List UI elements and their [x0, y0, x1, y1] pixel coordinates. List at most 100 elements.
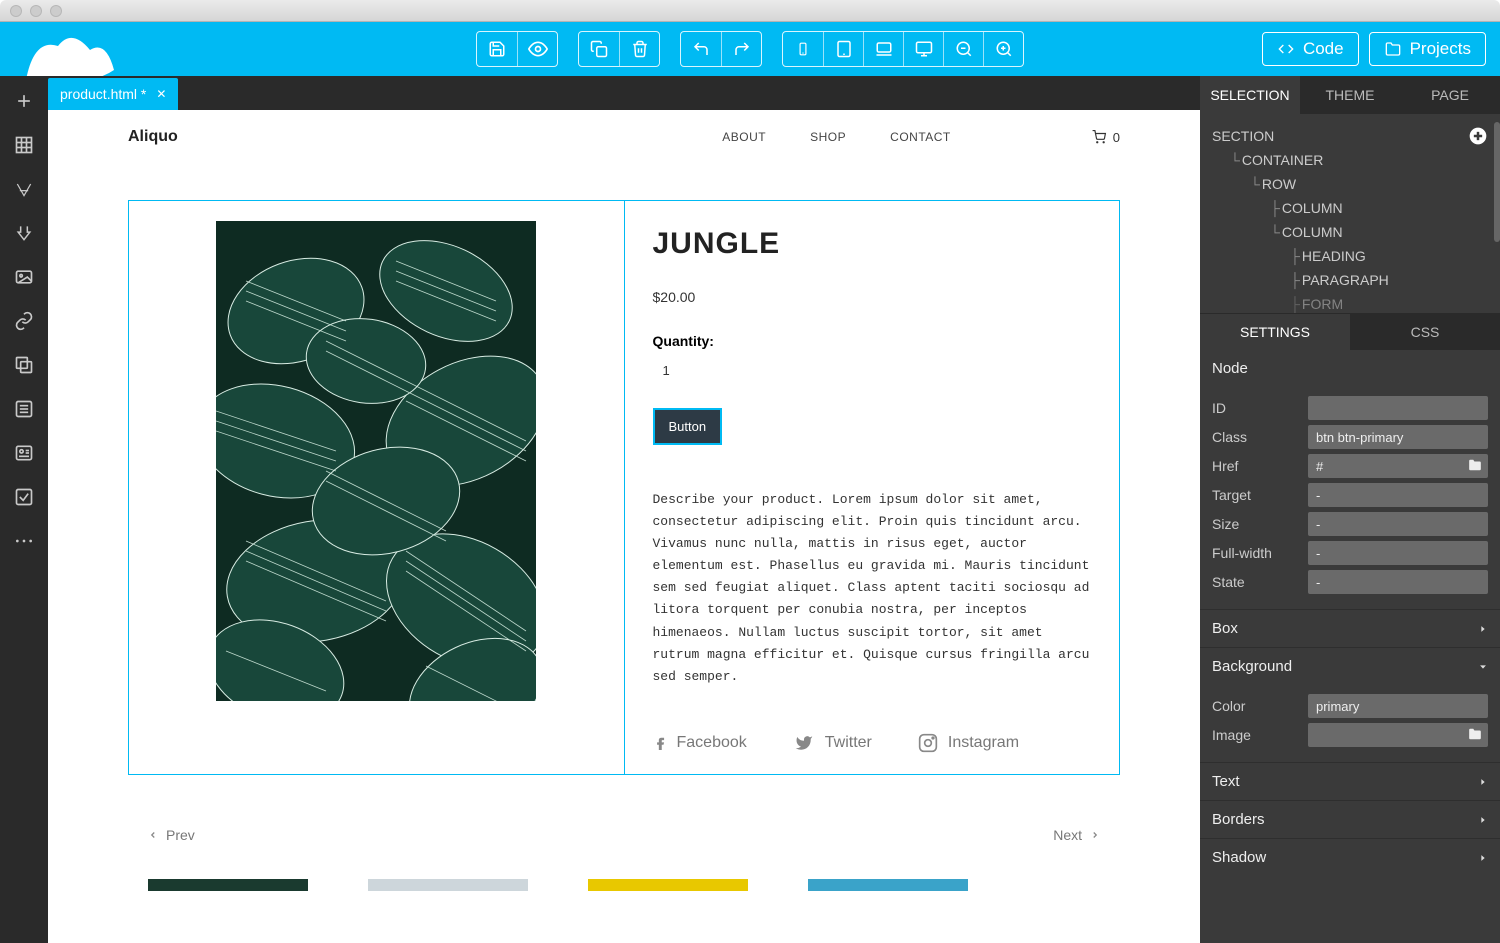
tree-column-1[interactable]: ├COLUMN	[1212, 196, 1488, 220]
quantity-value[interactable]: 1	[653, 363, 1092, 378]
viewport-mobile[interactable]	[783, 32, 823, 66]
window-zoom-dot[interactable]	[50, 5, 62, 17]
tree-column-2[interactable]: └COLUMN	[1212, 220, 1488, 244]
site-brand[interactable]: Aliquo	[128, 128, 178, 146]
thumbnails	[148, 879, 1100, 891]
save-button[interactable]	[477, 32, 517, 66]
panel-tabs: SELECTION THEME PAGE	[1200, 76, 1500, 114]
section-box[interactable]: Box	[1200, 609, 1500, 647]
preview-button[interactable]	[517, 32, 557, 66]
product-description[interactable]: Describe your product. Lorem ipsum dolor…	[653, 489, 1092, 688]
grid-icon[interactable]	[13, 134, 35, 156]
redo-button[interactable]	[721, 32, 761, 66]
tab-page[interactable]: PAGE	[1400, 76, 1500, 114]
product-image[interactable]	[216, 221, 536, 701]
id-label: ID	[1212, 400, 1308, 416]
product-details-col[interactable]: JUNGLE $20.00 Quantity: 1 Button Describ…	[624, 201, 1120, 774]
tree-container[interactable]: └CONTAINER	[1212, 148, 1488, 172]
button-icon[interactable]	[13, 222, 35, 244]
code-button[interactable]: Code	[1262, 32, 1359, 66]
folder-icon[interactable]	[1468, 727, 1482, 741]
list-icon[interactable]	[13, 398, 35, 420]
product-price[interactable]: $20.00	[653, 289, 1092, 305]
link-icon[interactable]	[13, 310, 35, 332]
product-row[interactable]: JUNGLE $20.00 Quantity: 1 Button Describ…	[128, 200, 1120, 775]
href-input[interactable]: #	[1308, 454, 1488, 478]
size-select[interactable]: -	[1308, 512, 1488, 536]
chevron-right-icon	[1478, 815, 1488, 825]
site-nav: ABOUT SHOP CONTACT	[722, 130, 950, 144]
window-close-dot[interactable]	[10, 5, 22, 17]
bg-color-input[interactable]: primary	[1308, 694, 1488, 718]
nav-contact[interactable]: CONTACT	[890, 130, 951, 144]
cart[interactable]: 0	[1091, 130, 1120, 145]
class-input[interactable]: btn btn-primary	[1308, 425, 1488, 449]
layers-icon[interactable]	[13, 354, 35, 376]
tree-form[interactable]: ├FORM	[1212, 292, 1488, 314]
window-minimize-dot[interactable]	[30, 5, 42, 17]
subtab-settings[interactable]: SETTINGS	[1200, 314, 1350, 350]
share-facebook[interactable]: Facebook	[653, 732, 747, 754]
image-icon[interactable]	[13, 266, 35, 288]
target-select[interactable]: -	[1308, 483, 1488, 507]
chevron-right-icon	[1478, 624, 1488, 634]
thumb-3[interactable]	[588, 879, 748, 891]
nav-shop[interactable]: SHOP	[810, 130, 846, 144]
projects-label: Projects	[1410, 39, 1471, 59]
thumb-2[interactable]	[368, 879, 528, 891]
selected-button[interactable]: Button	[653, 408, 723, 445]
zoom-in-button[interactable]	[983, 32, 1023, 66]
id-input[interactable]	[1308, 396, 1488, 420]
code-icon	[1277, 41, 1295, 57]
bg-image-input[interactable]	[1308, 723, 1488, 747]
card-icon[interactable]	[13, 442, 35, 464]
viewport-laptop[interactable]	[863, 32, 903, 66]
share-instagram[interactable]: Instagram	[918, 733, 1019, 753]
close-tab-icon[interactable]: ✕	[156, 87, 166, 101]
add-node-button[interactable]	[1468, 126, 1488, 146]
copy-button[interactable]	[579, 32, 619, 66]
checkbox-icon[interactable]	[13, 486, 35, 508]
file-tab-label: product.html *	[60, 86, 146, 102]
file-tab[interactable]: product.html * ✕	[48, 78, 178, 110]
fullwidth-select[interactable]: -	[1308, 541, 1488, 565]
text-icon[interactable]	[13, 178, 35, 200]
add-icon[interactable]	[13, 90, 35, 112]
folder-icon[interactable]	[1468, 458, 1482, 472]
delete-button[interactable]	[619, 32, 659, 66]
pager-prev[interactable]: Prev	[148, 827, 195, 843]
thumb-1[interactable]	[148, 879, 308, 891]
section-node[interactable]: Node	[1200, 350, 1500, 387]
more-icon[interactable]	[13, 530, 35, 552]
product-title[interactable]: JUNGLE	[653, 227, 1092, 261]
section-shadow[interactable]: Shadow	[1200, 838, 1500, 876]
section-borders[interactable]: Borders	[1200, 800, 1500, 838]
undo-button[interactable]	[681, 32, 721, 66]
pager-next[interactable]: Next	[1053, 827, 1100, 843]
thumb-4[interactable]	[808, 879, 968, 891]
viewport-tablet[interactable]	[823, 32, 863, 66]
bg-color-label: Color	[1212, 698, 1308, 714]
fullwidth-label: Full-width	[1212, 545, 1308, 561]
tree-paragraph[interactable]: ├PARAGRAPH	[1212, 268, 1488, 292]
tab-selection[interactable]: SELECTION	[1200, 76, 1300, 114]
state-select[interactable]: -	[1308, 570, 1488, 594]
nav-about[interactable]: ABOUT	[722, 130, 766, 144]
cart-count: 0	[1113, 130, 1120, 145]
projects-button[interactable]: Projects	[1369, 32, 1486, 66]
tree-section[interactable]: SECTION	[1212, 124, 1488, 148]
product-image-col[interactable]	[129, 201, 624, 774]
section-text[interactable]: Text	[1200, 762, 1500, 800]
tab-theme[interactable]: THEME	[1300, 76, 1400, 114]
canvas[interactable]: Aliquo ABOUT SHOP CONTACT 0	[48, 110, 1200, 943]
tree-row[interactable]: └ROW	[1212, 172, 1488, 196]
scrollbar[interactable]	[1494, 122, 1500, 242]
zoom-out-button[interactable]	[943, 32, 983, 66]
section-background[interactable]: Background	[1200, 647, 1500, 685]
tree-heading[interactable]: ├HEADING	[1212, 244, 1488, 268]
window-chrome	[0, 0, 1500, 22]
subtab-css[interactable]: CSS	[1350, 314, 1500, 350]
share-twitter[interactable]: Twitter	[793, 734, 872, 752]
viewport-desktop[interactable]	[903, 32, 943, 66]
twitter-icon	[793, 734, 815, 752]
